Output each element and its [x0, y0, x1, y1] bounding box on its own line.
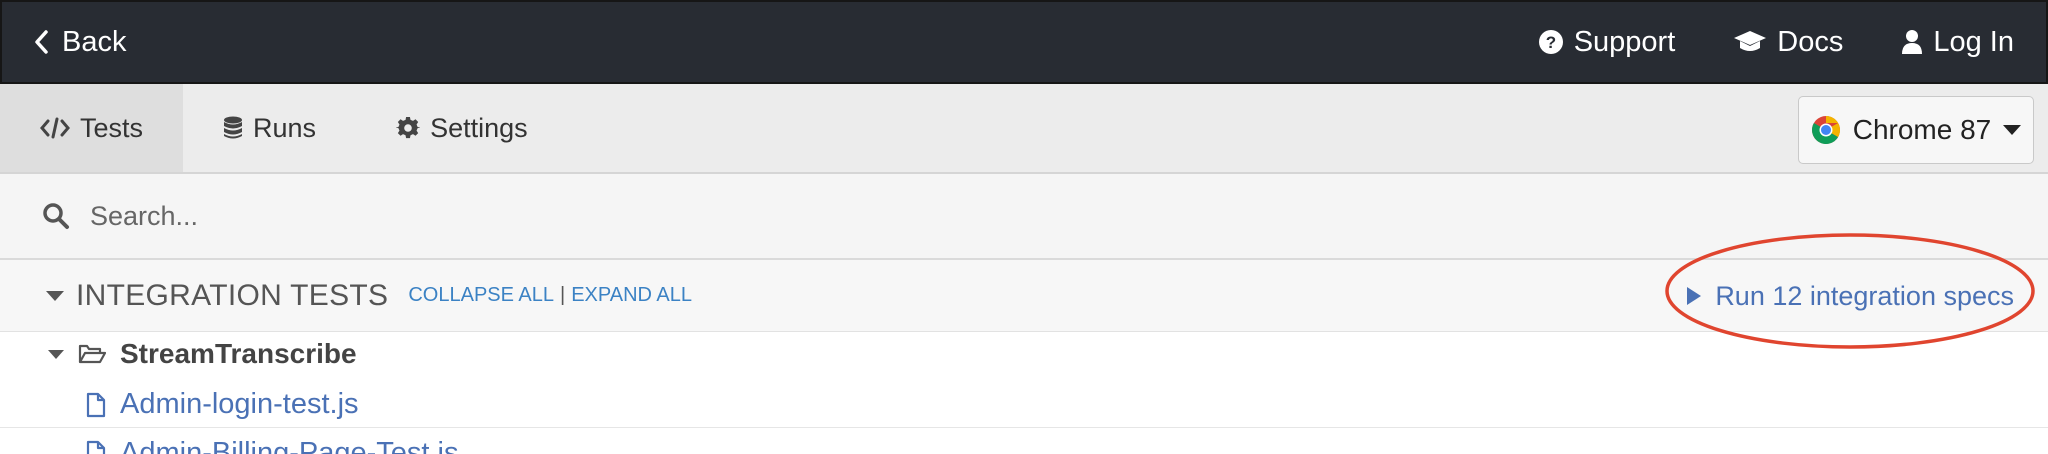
integration-tests-title: INTEGRATION TESTS: [76, 278, 389, 312]
chrome-icon: [1811, 116, 1840, 144]
tab-settings-label: Settings: [430, 112, 528, 143]
database-icon: [224, 116, 243, 139]
user-icon: [1902, 30, 1923, 54]
collapse-all-link[interactable]: COLLAPSE ALL: [408, 284, 554, 307]
list-item[interactable]: Admin-Billing-Page-Test.js: [0, 430, 2048, 454]
search-input[interactable]: [90, 200, 990, 232]
chevron-left-icon: [35, 30, 48, 54]
search-icon: [43, 203, 69, 229]
file-icon: [86, 392, 106, 417]
run-integration-specs-button[interactable]: Run 12 integration specs: [1687, 260, 2034, 332]
support-link[interactable]: ? Support: [1538, 25, 1676, 59]
top-navbar: Back ? Support Docs Log In: [0, 0, 2048, 84]
gear-icon: [396, 116, 421, 139]
login-label: Log In: [1933, 25, 2014, 58]
tabs-bar: Tests Runs Settings Chrome 87: [0, 84, 2048, 174]
caret-down-icon[interactable]: [46, 290, 64, 302]
tab-tests-label: Tests: [80, 112, 144, 143]
link-separator: |: [560, 284, 566, 306]
graduation-cap-icon: [1734, 31, 1767, 51]
browser-selector[interactable]: Chrome 87: [1798, 96, 2034, 164]
login-link[interactable]: Log In: [1901, 26, 2014, 59]
question-circle-icon: ?: [1538, 30, 1563, 54]
file-icon: [86, 440, 106, 454]
expand-all-link[interactable]: EXPAND ALL: [571, 284, 692, 307]
docs-link[interactable]: Docs: [1733, 26, 1843, 59]
folder-row[interactable]: StreamTranscribe: [0, 334, 2048, 374]
tab-runs[interactable]: Runs: [183, 84, 356, 172]
browser-label: Chrome 87: [1852, 114, 1992, 145]
tab-runs-label: Runs: [253, 112, 317, 143]
docs-label: Docs: [1777, 25, 1844, 58]
list-item[interactable]: Admin-login-test.js: [0, 382, 2048, 428]
support-label: Support: [1573, 25, 1676, 58]
tab-settings[interactable]: Settings: [356, 84, 568, 172]
search-row: [0, 174, 2048, 260]
file-name: Admin-Billing-Page-Test.js: [120, 436, 459, 454]
integration-tests-header: INTEGRATION TESTS COLLAPSE ALL | EXPAND …: [0, 260, 2048, 332]
folder-open-icon: [78, 344, 106, 364]
svg-text:?: ?: [1546, 33, 1556, 52]
caret-down-icon: [48, 349, 64, 359]
back-button[interactable]: Back: [34, 26, 126, 59]
file-name: Admin-login-test.js: [120, 388, 359, 420]
back-label: Back: [62, 25, 127, 58]
play-icon: [1687, 287, 1702, 305]
code-icon: [40, 117, 70, 139]
folder-name: StreamTranscribe: [120, 338, 357, 369]
tab-tests[interactable]: Tests: [0, 84, 184, 172]
caret-down-icon: [2003, 125, 2022, 135]
run-integration-specs-label: Run 12 integration specs: [1715, 280, 2014, 311]
